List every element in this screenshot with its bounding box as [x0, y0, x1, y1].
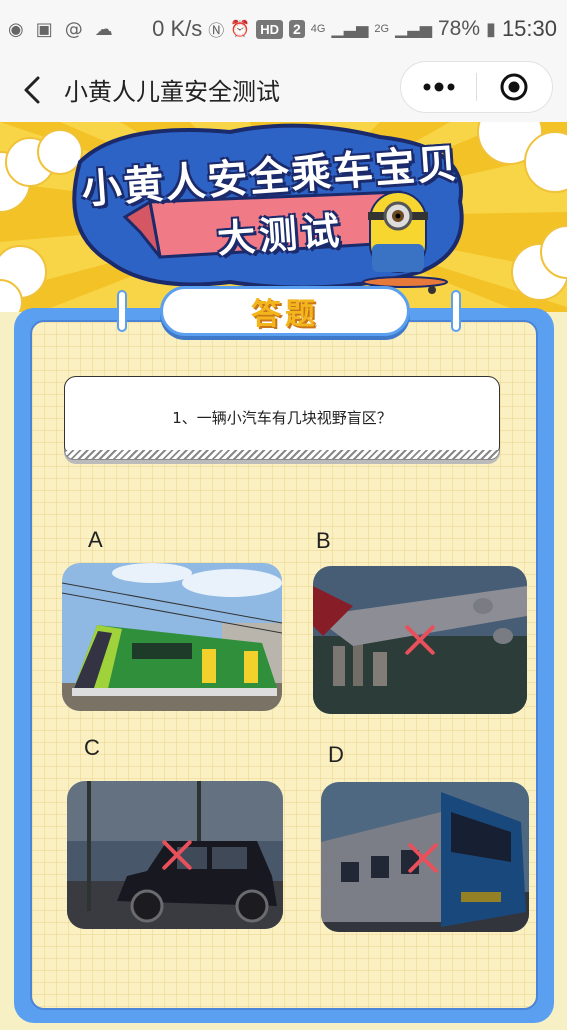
nav-bar: 小黄人儿童安全测试	[0, 58, 567, 122]
option-d-image[interactable]	[321, 782, 529, 932]
chevron-left-icon	[24, 76, 40, 104]
signal-icon-2: ▁▃▅	[395, 21, 432, 38]
close-miniprogram-button[interactable]	[477, 62, 552, 112]
weibo-icon: ◉	[8, 18, 24, 40]
signal-icon: ▁▃▅	[331, 21, 369, 38]
option-d-letter: D	[328, 742, 344, 767]
option-c-image[interactable]	[67, 781, 283, 929]
option-b-image[interactable]	[313, 566, 527, 714]
miniprogram-capsule	[400, 61, 553, 113]
option-b-letter: B	[316, 528, 331, 553]
network-2g: 2G	[374, 23, 390, 35]
binder-ring-left	[117, 290, 127, 332]
option-a-letter: A	[88, 527, 103, 552]
email-icon: @	[64, 18, 83, 40]
hd-badge: HD	[256, 19, 283, 39]
tram-photo	[62, 563, 282, 711]
network-4g: 4G	[310, 23, 326, 35]
binder-ring-right	[451, 290, 461, 332]
question-text: 1、一辆小汽车有几块视野盲区？	[172, 408, 392, 427]
hero-banner: 小黄人安全乘车宝贝 大测试	[0, 122, 567, 312]
wrong-mark-icon	[405, 840, 441, 876]
wrong-mark-icon	[159, 837, 195, 873]
weather-icon: ☁	[94, 18, 113, 40]
more-dots-icon	[423, 82, 454, 92]
alarm-icon: ⏰	[230, 21, 251, 38]
question-card-stripe	[64, 450, 500, 460]
sim-badge: 2	[288, 20, 305, 38]
section-tag-label: 答题	[251, 297, 319, 332]
option-a-image[interactable]	[62, 563, 282, 711]
net-speed: 0 K/s	[152, 16, 203, 41]
clock: 15:30	[501, 16, 557, 41]
gallery-icon: ▣	[35, 18, 53, 40]
battery-icon: ▮	[486, 18, 496, 39]
nfc-icon: Ⓝ	[208, 23, 225, 40]
option-c-letter: C	[84, 735, 100, 760]
more-button[interactable]	[401, 62, 476, 112]
target-icon	[500, 73, 528, 101]
battery-percent: 78%	[438, 17, 481, 40]
back-button[interactable]	[16, 70, 50, 110]
page-title: 小黄人儿童安全测试	[64, 78, 280, 106]
status-bar: ◉ ▣ @ ☁ 0 K/s Ⓝ ⏰ HD 2 4G ▁▃▅ 2G ▁▃▅ 78%…	[0, 0, 567, 58]
question-card: 1、一辆小汽车有几块视野盲区？	[64, 376, 500, 458]
section-tag: 答题	[160, 286, 410, 336]
wrong-mark-icon	[402, 622, 438, 658]
